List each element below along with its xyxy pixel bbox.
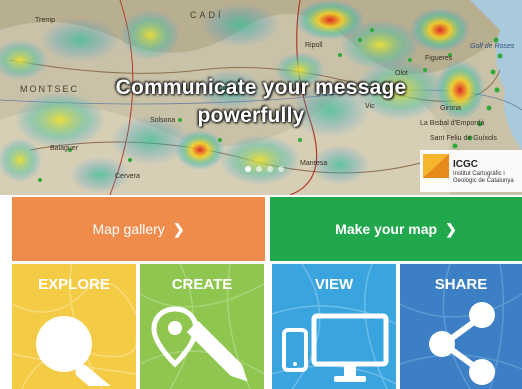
share-tile[interactable]: SHARE (400, 264, 522, 389)
hero-slider[interactable]: CADÍ Ripoll Figueres Solsona Balaguer Ce… (0, 0, 522, 195)
svg-text:Sant Feliu de Guíxols: Sant Feliu de Guíxols (430, 135, 497, 142)
map-pin-pencil-icon (151, 306, 248, 382)
create-title: CREATE (171, 276, 233, 293)
slider-dot[interactable] (267, 166, 273, 172)
icgc-brand: ICGC (453, 159, 478, 170)
slider-dot[interactable] (278, 166, 284, 172)
create-tile[interactable]: CREATE (140, 264, 264, 389)
share-title: SHARE (434, 276, 488, 293)
chevron-right-icon: ❯ (445, 220, 457, 237)
slider-dot[interactable] (245, 166, 251, 172)
magnifier-icon (36, 316, 115, 386)
svg-text:Ripoll: Ripoll (305, 42, 323, 49)
svg-text:Cervera: Cervera (115, 173, 140, 180)
icgc-logo-icon (423, 154, 449, 178)
make-your-map-label: Make your map (335, 221, 438, 237)
hero-headline-line1: Communicate your message (115, 76, 407, 99)
svg-text:Manresa: Manresa (300, 160, 327, 167)
svg-text:Balaguer: Balaguer (50, 145, 79, 152)
slider-dot[interactable] (256, 166, 262, 172)
icgc-logo: ICGC Institut Cartogràfic i Geològic de … (420, 150, 522, 192)
slider-dots (245, 166, 284, 172)
svg-text:CADÍ: CADÍ (190, 10, 224, 20)
svg-text:Tremp: Tremp (35, 17, 55, 24)
devices-icon (282, 313, 389, 382)
svg-text:Figueres: Figueres (425, 55, 453, 62)
icgc-subname: Institut Cartogràfic i Geològic de Catal… (453, 171, 514, 184)
make-your-map-button[interactable]: Make your map ❯ (270, 197, 522, 261)
map-gallery-button[interactable]: Map gallery ❯ (12, 197, 265, 261)
hero-headline-line2: powerfully (197, 104, 305, 127)
map-gallery-label: Map gallery (92, 221, 165, 237)
view-title: VIEW (314, 276, 354, 293)
view-tile[interactable]: VIEW (272, 264, 396, 389)
explore-title: EXPLORE (38, 276, 110, 293)
explore-tile[interactable]: EXPLORE (12, 264, 136, 389)
chevron-right-icon: ❯ (172, 220, 185, 237)
share-icon (429, 302, 495, 385)
svg-text:Golf de Roses: Golf de Roses (470, 43, 515, 50)
